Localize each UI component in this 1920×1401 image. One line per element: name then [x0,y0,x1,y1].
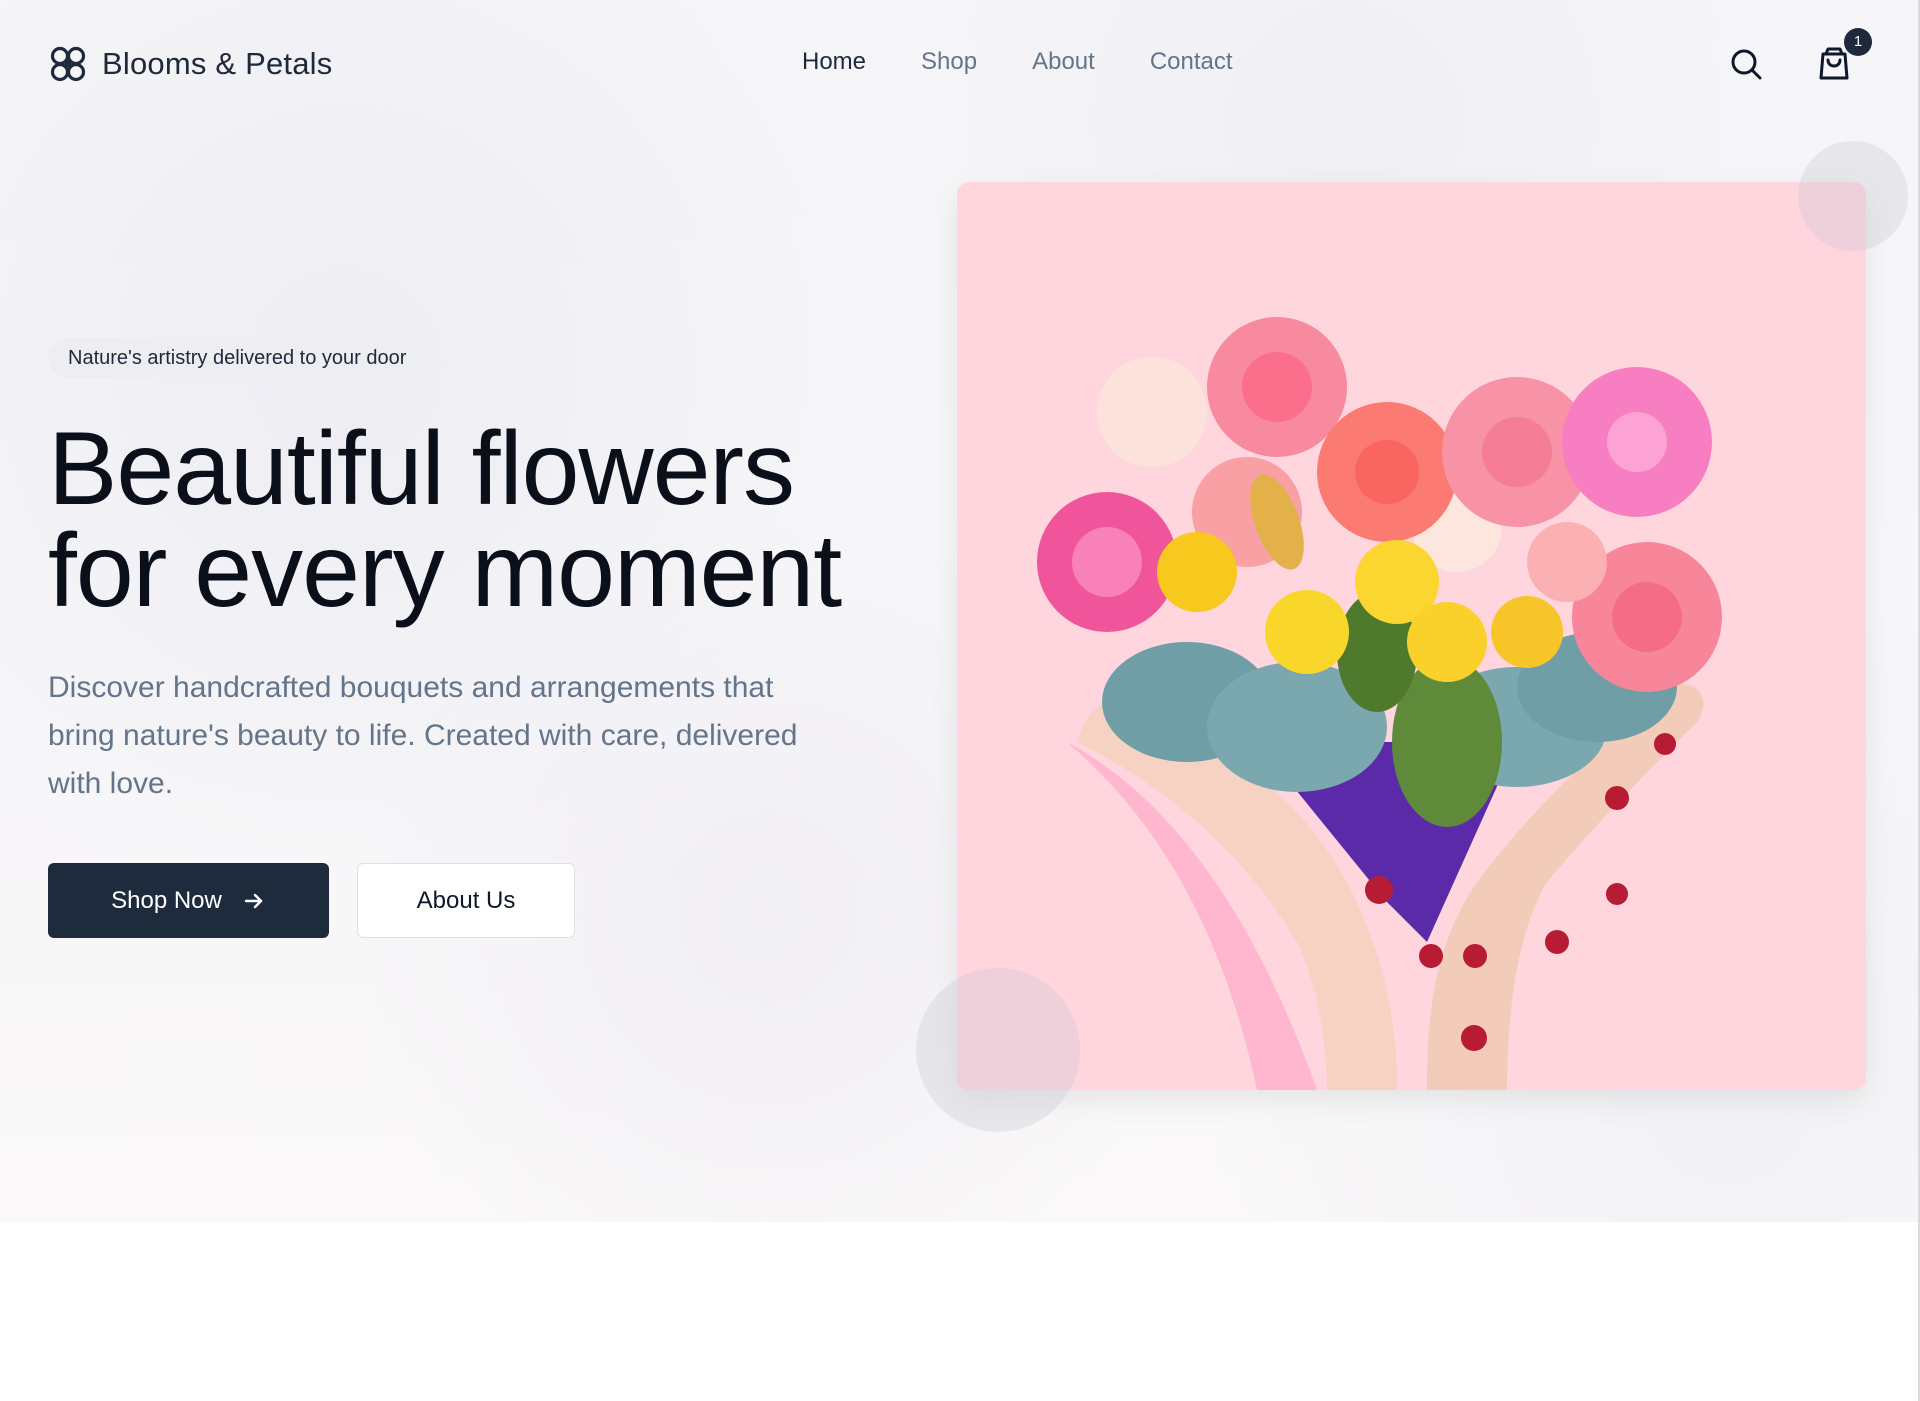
cart-count-badge: 1 [1844,28,1872,56]
main-nav: Home Shop About Contact [802,48,1233,76]
decorative-circle-bottom [916,968,1080,1132]
brand-name: Blooms & Petals [102,46,333,81]
headline-line-2: for every moment [48,513,842,629]
flower-logo-icon [50,46,86,82]
shop-now-button[interactable]: Shop Now [48,863,329,938]
about-us-label: About Us [416,886,516,914]
tagline-badge: Nature's artistry delivered to your door [48,338,427,378]
nav-item-about[interactable]: About [1032,48,1095,76]
shop-now-label: Shop Now [111,886,222,914]
arrow-right-icon [244,893,263,908]
site-header: Blooms & Petals Home Shop About Contact … [0,0,1920,128]
nav-item-home[interactable]: Home [802,48,866,76]
hero-description: Discover handcrafted bouquets and arrang… [48,671,798,800]
nav-item-shop[interactable]: Shop [921,48,977,76]
brand[interactable]: Blooms & Petals [48,44,332,84]
hero-image-card [957,182,1866,1090]
bouquet-image [1037,317,1722,1090]
headline-line-1: Beautiful flowers [48,411,795,527]
nav-item-contact[interactable]: Contact [1150,48,1233,76]
decorative-circle-top [1798,141,1908,251]
search-button[interactable] [1726,44,1766,84]
search-icon [1731,49,1762,80]
page-title: Beautiful flowers for every moment [48,417,948,623]
about-us-button[interactable]: About Us [357,863,575,938]
